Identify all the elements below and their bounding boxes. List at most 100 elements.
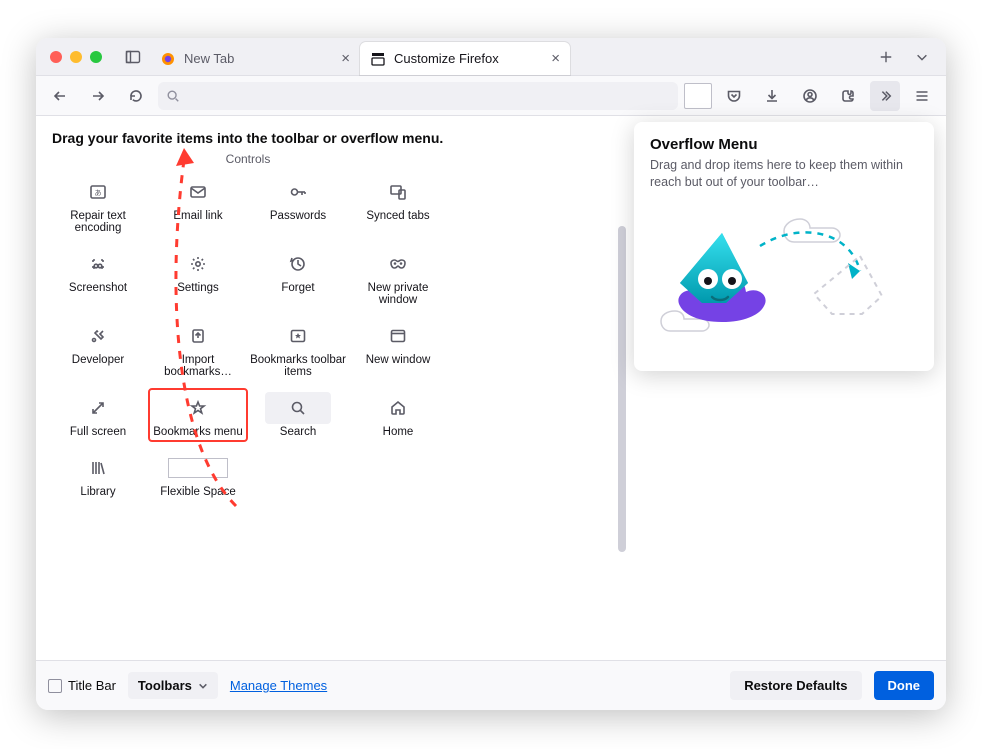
downloads-button[interactable] bbox=[756, 80, 788, 112]
firefox-customize-window: New Tab × Customize Firefox × bbox=[36, 38, 946, 710]
titlebar-right bbox=[862, 38, 946, 75]
synced-tabs-icon bbox=[365, 176, 431, 208]
item-email-link[interactable]: Email link bbox=[148, 172, 248, 238]
close-window-button[interactable] bbox=[50, 51, 62, 63]
tab-label: Customize Firefox bbox=[394, 51, 499, 66]
settings-icon bbox=[165, 248, 231, 280]
overflow-menu-panel[interactable]: Overflow Menu Drag and drop items here t… bbox=[634, 122, 934, 371]
item-label: Passwords bbox=[270, 210, 326, 222]
screenshot-icon bbox=[65, 248, 131, 280]
item-full-screen[interactable]: Full screen bbox=[48, 388, 148, 442]
item-library[interactable]: Library bbox=[48, 448, 148, 502]
item-label: Flexible Space bbox=[160, 486, 235, 498]
title-bar-label: Title Bar bbox=[68, 678, 116, 693]
customize-main: Drag your favorite items into the toolba… bbox=[36, 116, 946, 660]
item-passwords[interactable]: Passwords bbox=[248, 172, 348, 238]
item-label: Screenshot bbox=[69, 282, 127, 294]
item-label: Bookmarks toolbar items bbox=[250, 354, 346, 378]
toolbars-label: Toolbars bbox=[138, 678, 192, 693]
controls-heading: Controls bbox=[48, 152, 448, 166]
item-label: Import bookmarks… bbox=[150, 354, 246, 378]
window-controls bbox=[36, 38, 116, 75]
item-label: Bookmarks menu bbox=[153, 426, 242, 438]
fullscreen-icon bbox=[65, 392, 131, 424]
bookmarks-toolbar-icon bbox=[265, 320, 331, 352]
restore-defaults-button[interactable]: Restore Defaults bbox=[730, 671, 861, 700]
back-button[interactable] bbox=[44, 80, 76, 112]
item-repair-text-encoding[interactable]: あ Repair text encoding bbox=[48, 172, 148, 238]
passwords-icon bbox=[265, 176, 331, 208]
item-label: Search bbox=[280, 426, 316, 438]
item-flexible-space[interactable]: Flexible Space bbox=[148, 448, 248, 502]
new-tab-button[interactable] bbox=[870, 41, 902, 73]
overflow-description: Drag and drop items here to keep them wi… bbox=[650, 157, 918, 191]
developer-icon bbox=[65, 320, 131, 352]
close-tab-icon[interactable]: × bbox=[551, 51, 560, 66]
item-label: Forget bbox=[281, 282, 314, 294]
manage-themes-link[interactable]: Manage Themes bbox=[230, 678, 327, 693]
new-window-icon bbox=[365, 320, 431, 352]
scrollbar[interactable] bbox=[618, 226, 626, 552]
maximize-window-button[interactable] bbox=[90, 51, 102, 63]
list-all-tabs-button[interactable] bbox=[906, 41, 938, 73]
item-label: Full screen bbox=[70, 426, 126, 438]
item-forget[interactable]: Forget bbox=[248, 244, 348, 310]
search-icon bbox=[265, 392, 331, 424]
toolbar-drop-slot[interactable] bbox=[684, 83, 712, 109]
firefox-favicon bbox=[160, 51, 176, 67]
titlebar: New Tab × Customize Firefox × bbox=[36, 38, 946, 76]
url-bar[interactable] bbox=[158, 82, 678, 110]
search-icon bbox=[166, 89, 180, 103]
tab-customize-firefox[interactable]: Customize Firefox × bbox=[360, 42, 570, 75]
tab-new-tab[interactable]: New Tab × bbox=[150, 42, 360, 75]
item-import-bookmarks[interactable]: Import bookmarks… bbox=[148, 316, 248, 382]
hamburger-menu-button[interactable] bbox=[906, 80, 938, 112]
item-settings[interactable]: Settings bbox=[148, 244, 248, 310]
customize-favicon bbox=[370, 51, 386, 67]
done-button[interactable]: Done bbox=[874, 671, 935, 700]
library-icon bbox=[65, 452, 131, 484]
item-new-window[interactable]: New window bbox=[348, 316, 448, 382]
item-screenshot[interactable]: Screenshot bbox=[48, 244, 148, 310]
item-bookmarks-toolbar-items[interactable]: Bookmarks toolbar items bbox=[248, 316, 348, 382]
item-label: New private window bbox=[350, 282, 446, 306]
item-label: New window bbox=[366, 354, 431, 366]
item-home[interactable]: Home bbox=[348, 388, 448, 442]
sidebar-toggle-icon[interactable] bbox=[116, 38, 150, 76]
home-icon bbox=[365, 392, 431, 424]
item-search[interactable]: Search bbox=[248, 388, 348, 442]
minimize-window-button[interactable] bbox=[70, 51, 82, 63]
item-new-private-window[interactable]: New private window bbox=[348, 244, 448, 310]
repair-text-encoding-icon: あ bbox=[65, 176, 131, 208]
tab-label: New Tab bbox=[184, 51, 234, 66]
tab-strip: New Tab × Customize Firefox × bbox=[150, 38, 862, 75]
import-bookmarks-icon bbox=[165, 320, 231, 352]
item-synced-tabs[interactable]: Synced tabs bbox=[348, 172, 448, 238]
item-label: Home bbox=[383, 426, 414, 438]
item-label: Settings bbox=[177, 282, 219, 294]
overflow-title: Overflow Menu bbox=[650, 136, 918, 153]
item-label: Library bbox=[80, 486, 115, 498]
title-bar-checkbox[interactable]: Title Bar bbox=[48, 678, 116, 693]
item-developer[interactable]: Developer bbox=[48, 316, 148, 382]
extensions-button[interactable] bbox=[832, 80, 864, 112]
close-tab-icon[interactable]: × bbox=[341, 51, 350, 66]
item-label: Email link bbox=[173, 210, 222, 222]
toolbars-dropdown[interactable]: Toolbars bbox=[128, 672, 218, 699]
item-label: Repair text encoding bbox=[50, 210, 146, 234]
flexible-space-icon bbox=[165, 452, 231, 484]
forward-button[interactable] bbox=[82, 80, 114, 112]
account-button[interactable] bbox=[794, 80, 826, 112]
customize-footer: Title Bar Toolbars Manage Themes Restore… bbox=[36, 660, 946, 710]
svg-text:あ: あ bbox=[95, 189, 102, 197]
overflow-menu-button[interactable] bbox=[870, 81, 900, 111]
bookmarks-menu-icon bbox=[165, 392, 231, 424]
forget-icon bbox=[265, 248, 331, 280]
chevron-down-icon bbox=[198, 681, 208, 691]
pocket-button[interactable] bbox=[718, 80, 750, 112]
overflow-illustration bbox=[650, 201, 918, 361]
item-bookmarks-menu[interactable]: Bookmarks menu bbox=[148, 388, 248, 442]
checkbox-icon bbox=[48, 679, 62, 693]
reload-button[interactable] bbox=[120, 80, 152, 112]
private-window-icon bbox=[365, 248, 431, 280]
